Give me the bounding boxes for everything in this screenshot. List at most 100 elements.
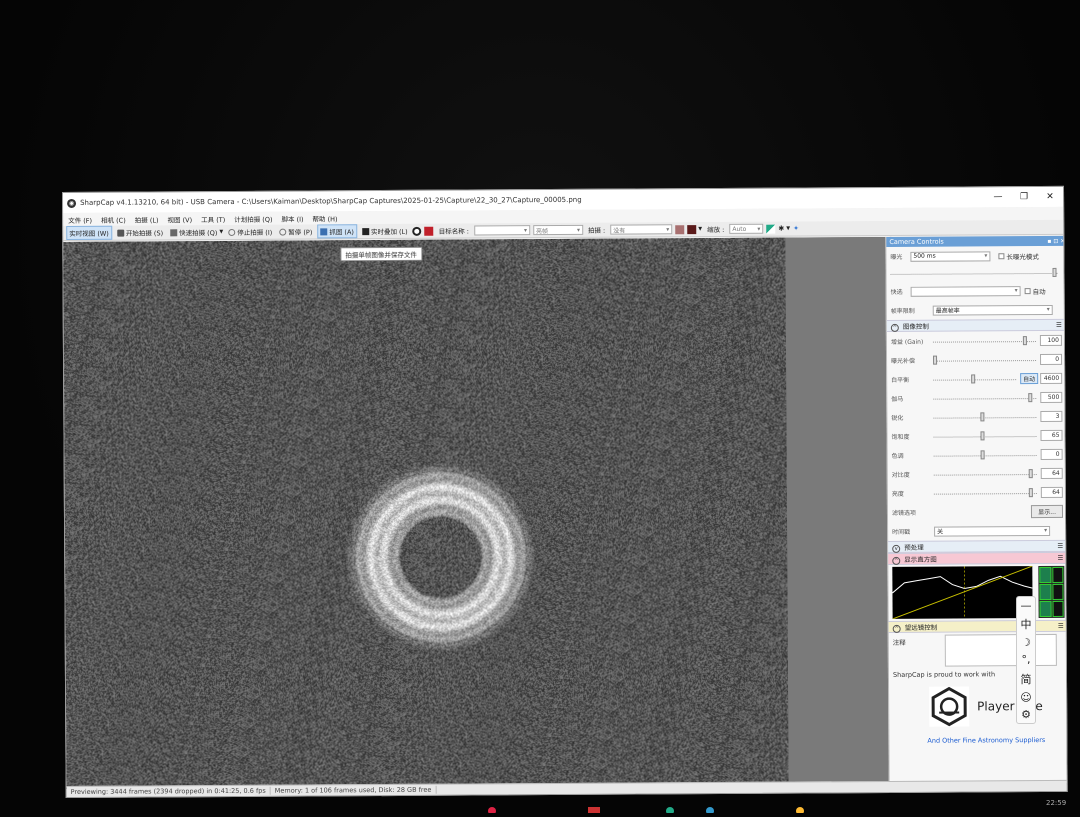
menu-camera[interactable]: 相机 (C) <box>101 214 126 224</box>
quick-capture-button[interactable]: 快速拍摄 (Q) <box>168 226 219 238</box>
telescope-section[interactable]: ^望远镜控制 ☰ <box>889 620 1068 633</box>
menu-tools[interactable]: 工具 (T) <box>201 214 225 224</box>
image-control-slider[interactable] <box>934 469 1037 480</box>
image-control-value[interactable]: 64 <box>1041 468 1063 479</box>
zoom-combo[interactable]: Auto▾ <box>729 224 763 234</box>
menu-scripting[interactable]: 脚本 (I) <box>281 213 303 223</box>
image-control-slider[interactable] <box>933 336 1036 347</box>
slider-thumb[interactable] <box>981 431 985 440</box>
pin-icon[interactable]: ▪ ⊡ ✕ <box>1047 237 1065 244</box>
slider-thumb[interactable] <box>1028 393 1032 402</box>
maximize-icon[interactable]: ❐ <box>1011 187 1037 207</box>
start-capture-button[interactable]: 开始拍摄 (S) <box>115 226 165 238</box>
frame-rate-combo[interactable]: 最高帧率▾ <box>933 304 1053 315</box>
red-square-icon[interactable] <box>425 226 434 235</box>
dropdown-arrow-icon[interactable]: ▼ <box>219 229 223 235</box>
histogram-stretch-icon[interactable] <box>766 224 775 233</box>
snapshot-button[interactable]: 抓图 (A) <box>317 224 357 238</box>
image-control-value[interactable]: 500 <box>1040 392 1062 403</box>
exposure-slider[interactable] <box>890 268 1057 279</box>
image-control-value[interactable]: 0 <box>1040 354 1062 365</box>
taskbar-app-icon <box>666 807 674 813</box>
image-control-value[interactable]: 3 <box>1040 411 1062 422</box>
image-control-value[interactable]: 64 <box>1041 487 1063 498</box>
slider-thumb[interactable] <box>981 450 985 459</box>
menu-file[interactable]: 文件 (F) <box>68 214 92 224</box>
color-swatch-icon[interactable] <box>675 225 684 234</box>
target-name-combo[interactable]: ▾ <box>474 225 530 235</box>
long-exposure-checkbox[interactable] <box>998 253 1004 259</box>
image-control-slider[interactable] <box>933 355 1036 366</box>
auto-white-balance-button[interactable]: 自动 <box>1020 373 1038 384</box>
dropdown-arrow-icon[interactable]: ▼ <box>698 226 702 232</box>
ime-minimize-icon[interactable]: — <box>1021 599 1032 612</box>
image-controls-section[interactable]: ^图像控制 ☰ <box>887 319 1066 332</box>
image-control-value[interactable]: 100 <box>1040 335 1062 346</box>
histogram-tool-icon[interactable] <box>1052 584 1064 600</box>
timestamp-combo[interactable]: 关▾ <box>934 525 1050 536</box>
menu-icon[interactable]: ☰ <box>1057 542 1063 550</box>
histogram-chart[interactable] <box>892 566 1032 619</box>
menu-capture[interactable]: 拍摄 (L) <box>135 214 159 224</box>
menu-sequencer[interactable]: 计划拍摄 (Q) <box>234 213 272 223</box>
histogram-tool-icon[interactable] <box>1039 567 1051 583</box>
ime-toolbar: — 中 ☽ °, 简 ☺ ⚙ <box>1016 596 1036 724</box>
histogram-section[interactable]: ^显示直方图 ☰ <box>888 552 1067 565</box>
pause-button[interactable]: 暂停 (P) <box>277 225 314 237</box>
notes-input[interactable] <box>945 634 1057 667</box>
chevron-down-icon: ▾ <box>524 227 527 234</box>
menu-icon[interactable]: ☰ <box>1058 622 1064 630</box>
menu-icon[interactable]: ☰ <box>1056 321 1062 329</box>
fast-combo[interactable]: ▾ <box>911 286 1021 297</box>
live-stack-button[interactable]: 实时叠加 (L) <box>360 225 410 237</box>
filter-show-button[interactable]: 显示... <box>1031 505 1063 518</box>
image-control-value[interactable]: 0 <box>1041 449 1063 460</box>
slider-thumb[interactable] <box>1028 469 1032 478</box>
ime-moon-icon[interactable]: ☽ <box>1021 636 1031 649</box>
minimize-icon[interactable]: — <box>985 187 1011 207</box>
slider-thumb[interactable] <box>971 374 975 383</box>
menu-help[interactable]: 帮助 (H) <box>313 213 338 223</box>
auto-checkbox[interactable] <box>1025 288 1031 294</box>
slider-thumb[interactable] <box>1023 336 1027 345</box>
close-icon[interactable]: ✕ <box>1037 187 1063 207</box>
reticle-icon[interactable]: ✱ <box>778 225 784 233</box>
image-control-value[interactable]: 65 <box>1040 430 1062 441</box>
sponsor-link[interactable]: And Other Fine Astronomy Suppliers <box>927 736 1064 745</box>
slider-thumb[interactable] <box>1029 488 1033 497</box>
ime-emoji-icon[interactable]: ☺ <box>1020 691 1031 704</box>
image-control-slider[interactable] <box>933 412 1036 423</box>
player-one-logo[interactable]: Player One <box>929 686 1064 727</box>
ime-settings-icon[interactable]: ⚙ <box>1021 708 1031 721</box>
histogram-tool-icon[interactable] <box>1052 601 1064 617</box>
image-control-slider[interactable] <box>933 431 1036 442</box>
live-view-button[interactable]: 实时视图 (W) <box>66 226 112 240</box>
dropdown-arrow-icon[interactable]: ▼ <box>786 226 790 232</box>
image-viewport[interactable] <box>63 237 888 789</box>
slider-thumb[interactable] <box>933 355 937 364</box>
histogram-plot <box>892 566 1032 619</box>
capture-type-combo[interactable]: 没有▾ <box>610 224 672 234</box>
slider-thumb[interactable] <box>981 412 985 421</box>
red-marker-icon[interactable] <box>687 225 696 234</box>
collapse-icon: ^ <box>891 323 899 331</box>
histogram-tool-icon[interactable] <box>1040 601 1052 617</box>
record-circle-icon[interactable] <box>413 226 422 235</box>
magic-wand-icon[interactable]: ✦ <box>793 224 799 232</box>
ime-simplified-mode[interactable]: 简 <box>1021 671 1032 687</box>
histogram-tool-icon[interactable] <box>1039 584 1051 600</box>
preprocess-section[interactable]: v预处理 ☰ <box>888 540 1067 553</box>
frame-type-combo[interactable]: 亮帧▾ <box>533 225 583 235</box>
menu-icon[interactable]: ☰ <box>1057 554 1063 562</box>
stop-capture-button[interactable]: 停止拍摄 (I) <box>226 226 274 238</box>
exposure-combo[interactable]: 500 ms▾ <box>910 251 990 261</box>
ime-punctuation-icon[interactable]: °, <box>1022 653 1031 666</box>
ime-chinese-mode[interactable]: 中 <box>1021 616 1032 632</box>
image-control-slider[interactable] <box>933 374 1016 385</box>
image-control-value[interactable]: 4600 <box>1040 373 1062 384</box>
histogram-tool-icon[interactable] <box>1052 567 1064 583</box>
image-control-slider[interactable] <box>934 488 1037 499</box>
image-control-slider[interactable] <box>934 450 1037 461</box>
menu-view[interactable]: 视图 (V) <box>167 214 192 224</box>
image-control-slider[interactable] <box>933 393 1036 404</box>
